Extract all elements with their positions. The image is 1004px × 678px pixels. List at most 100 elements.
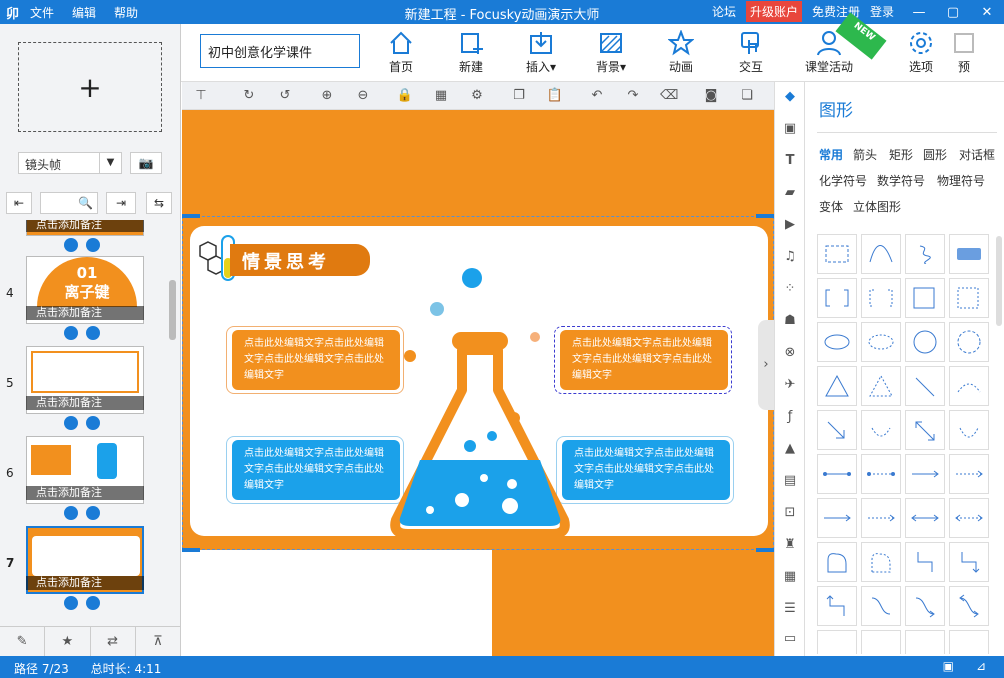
gallery-icon[interactable]: ▤ [781,472,799,490]
last-slide-icon[interactable]: ⇥ [106,192,136,214]
slide-note[interactable]: 点击添加备注 [26,396,144,410]
collapse-up-icon[interactable]: ⊼ [136,627,181,656]
slide-note[interactable]: 点击添加备注 [26,306,144,320]
arc-shape[interactable] [949,366,989,406]
bracket-shape[interactable] [817,278,857,318]
frame-icon[interactable]: ⊡ [781,504,799,522]
category-arrows[interactable]: 箭头 [853,146,877,163]
slide-note[interactable]: 点击添加备注 [26,220,144,232]
chart-icon[interactable]: ⁘ [781,280,799,298]
category-3d[interactable]: 立体图形 [853,198,901,215]
settings-grid-icon[interactable]: ⚙ [468,87,486,105]
pause-icon[interactable] [64,238,78,252]
ellipse-shape[interactable] [817,322,857,362]
slide-canvas[interactable]: 情景思考 点击此处编辑文字点击此处编辑文字点击此处编辑文字点击此处编辑文字 点击… [182,110,774,656]
slide-note[interactable]: 点击添加备注 [26,486,144,500]
text-bubble[interactable]: 点击此处编辑文字点击此处编辑文字点击此处编辑文字点击此处编辑文字 [232,440,400,500]
brace-shape[interactable] [861,630,901,654]
double-arrow-diagonal-shape[interactable] [905,410,945,450]
brace-shape[interactable] [905,630,945,654]
elbow-connector-shape[interactable] [905,542,945,582]
redo-icon[interactable]: ↷ [624,87,642,105]
lock-icon[interactable]: 🔒 [396,87,414,105]
gear-icon[interactable] [86,596,100,610]
bookmark-icon[interactable]: ★ [45,627,91,656]
undo-icon[interactable]: ↶ [588,87,606,105]
menu-help[interactable]: 帮助 [114,4,138,21]
shirt-icon[interactable]: ♜ [781,536,799,554]
redo-rotate-icon[interactable]: ↻ [240,87,258,105]
hat-icon[interactable]: ▲ [781,440,799,458]
menu-file[interactable]: 文件 [30,4,54,21]
slide-search-input[interactable]: 🔍 [40,192,98,214]
dashed-arrow-line-shape[interactable] [861,498,901,538]
slide-heading[interactable]: 情景思考 [230,244,370,276]
triangle-shape[interactable] [817,366,857,406]
dashed-triangle-shape[interactable] [861,366,901,406]
frame-type-select[interactable]: 镜头帧 ▼ [18,152,122,174]
copy-icon[interactable]: ❐ [510,87,528,105]
swap-icon[interactable]: ⇄ [91,627,136,656]
upgrade-button[interactable]: 升级账户 [745,1,802,22]
pause-icon[interactable] [64,506,78,520]
camera-button[interactable]: 📷 [130,152,162,174]
slide-note[interactable]: 点击添加备注 [26,576,144,590]
clear-icon[interactable]: ⌫ [660,87,678,105]
people-icon[interactable]: ☗ [781,312,799,330]
animation-button[interactable]: 动画 [651,30,711,75]
category-dialogs[interactable]: 对话框 [959,146,995,163]
text-bubble[interactable]: 点击此处编辑文字点击此处编辑文字点击此处编辑文字点击此处编辑文字 [232,330,400,390]
s-curve-arrow-shape[interactable] [905,586,945,626]
ruler-icon[interactable]: ⊤ [192,87,210,105]
zoom-out-icon[interactable]: ⊖ [354,87,372,105]
dashed-circle-shape[interactable] [949,322,989,362]
airplane-icon[interactable]: ✈ [781,376,799,394]
curve-shape[interactable] [861,234,901,274]
category-variants[interactable]: 变体 [819,198,843,215]
zoom-in-icon[interactable]: ⊕ [318,87,336,105]
category-circles[interactable]: 圆形 [923,146,947,163]
first-slide-icon[interactable]: ⇤ [6,192,32,214]
archive-icon[interactable]: ▭ [781,630,799,648]
close-icon[interactable]: ✕ [970,0,1004,24]
text-bubble[interactable]: 点击此处编辑文字点击此处编辑文字点击此处编辑文字点击此处编辑文字 [562,440,730,500]
text-icon[interactable]: T [781,152,799,170]
music-icon[interactable]: ♫ [781,248,799,266]
image-icon[interactable]: ▣ [781,120,799,138]
pause-icon[interactable] [64,416,78,430]
menu-edit[interactable]: 编辑 [72,4,96,21]
circle-shape[interactable] [905,322,945,362]
category-physics[interactable]: 物理符号 [937,172,985,189]
minimize-icon[interactable]: — [902,0,936,24]
speech-bubble-icon[interactable]: ▰ [781,184,799,202]
brace-shape[interactable] [949,630,989,654]
paste-icon[interactable]: 📋 [546,87,564,105]
shape-icon[interactable]: ◆ [781,88,799,106]
double-arrow-line-shape[interactable] [905,498,945,538]
undo-rotate-icon[interactable]: ↺ [276,87,294,105]
pause-icon[interactable] [64,326,78,340]
slide-list-scrollbar[interactable] [168,220,178,620]
video-icon[interactable]: ▶ [781,216,799,234]
forum-link[interactable]: 论坛 [712,3,736,20]
edit-icon[interactable]: ✎ [0,627,46,656]
flash-icon[interactable]: ƒ [781,408,799,426]
grid-icon[interactable]: ▦ [432,87,450,105]
circular-arrow-shape[interactable] [949,410,989,450]
arrow-connector-shape[interactable] [905,454,945,494]
interaction-button[interactable]: 交互 [721,30,781,75]
add-frame-button[interactable]: + [18,42,162,132]
gear-icon[interactable] [86,326,100,340]
dashed-bracket-shape[interactable] [861,278,901,318]
brace-shape[interactable] [817,630,857,654]
maximize-icon[interactable]: ▢ [936,0,970,24]
home-button[interactable]: 首页 [371,30,431,75]
connector-shape[interactable] [817,454,857,494]
text-bubble-selected[interactable]: 点击此处编辑文字点击此处编辑文字点击此处编辑文字点击此处编辑文字 [560,330,728,390]
elbow-arrow-down-shape[interactable] [817,586,857,626]
curved-arrow-shape[interactable] [861,410,901,450]
s-curve-shape[interactable] [861,586,901,626]
layers-icon[interactable]: ☰ [781,600,799,618]
shapes-scrollbar[interactable] [996,236,1002,326]
elbow-arrow-shape[interactable] [949,542,989,582]
